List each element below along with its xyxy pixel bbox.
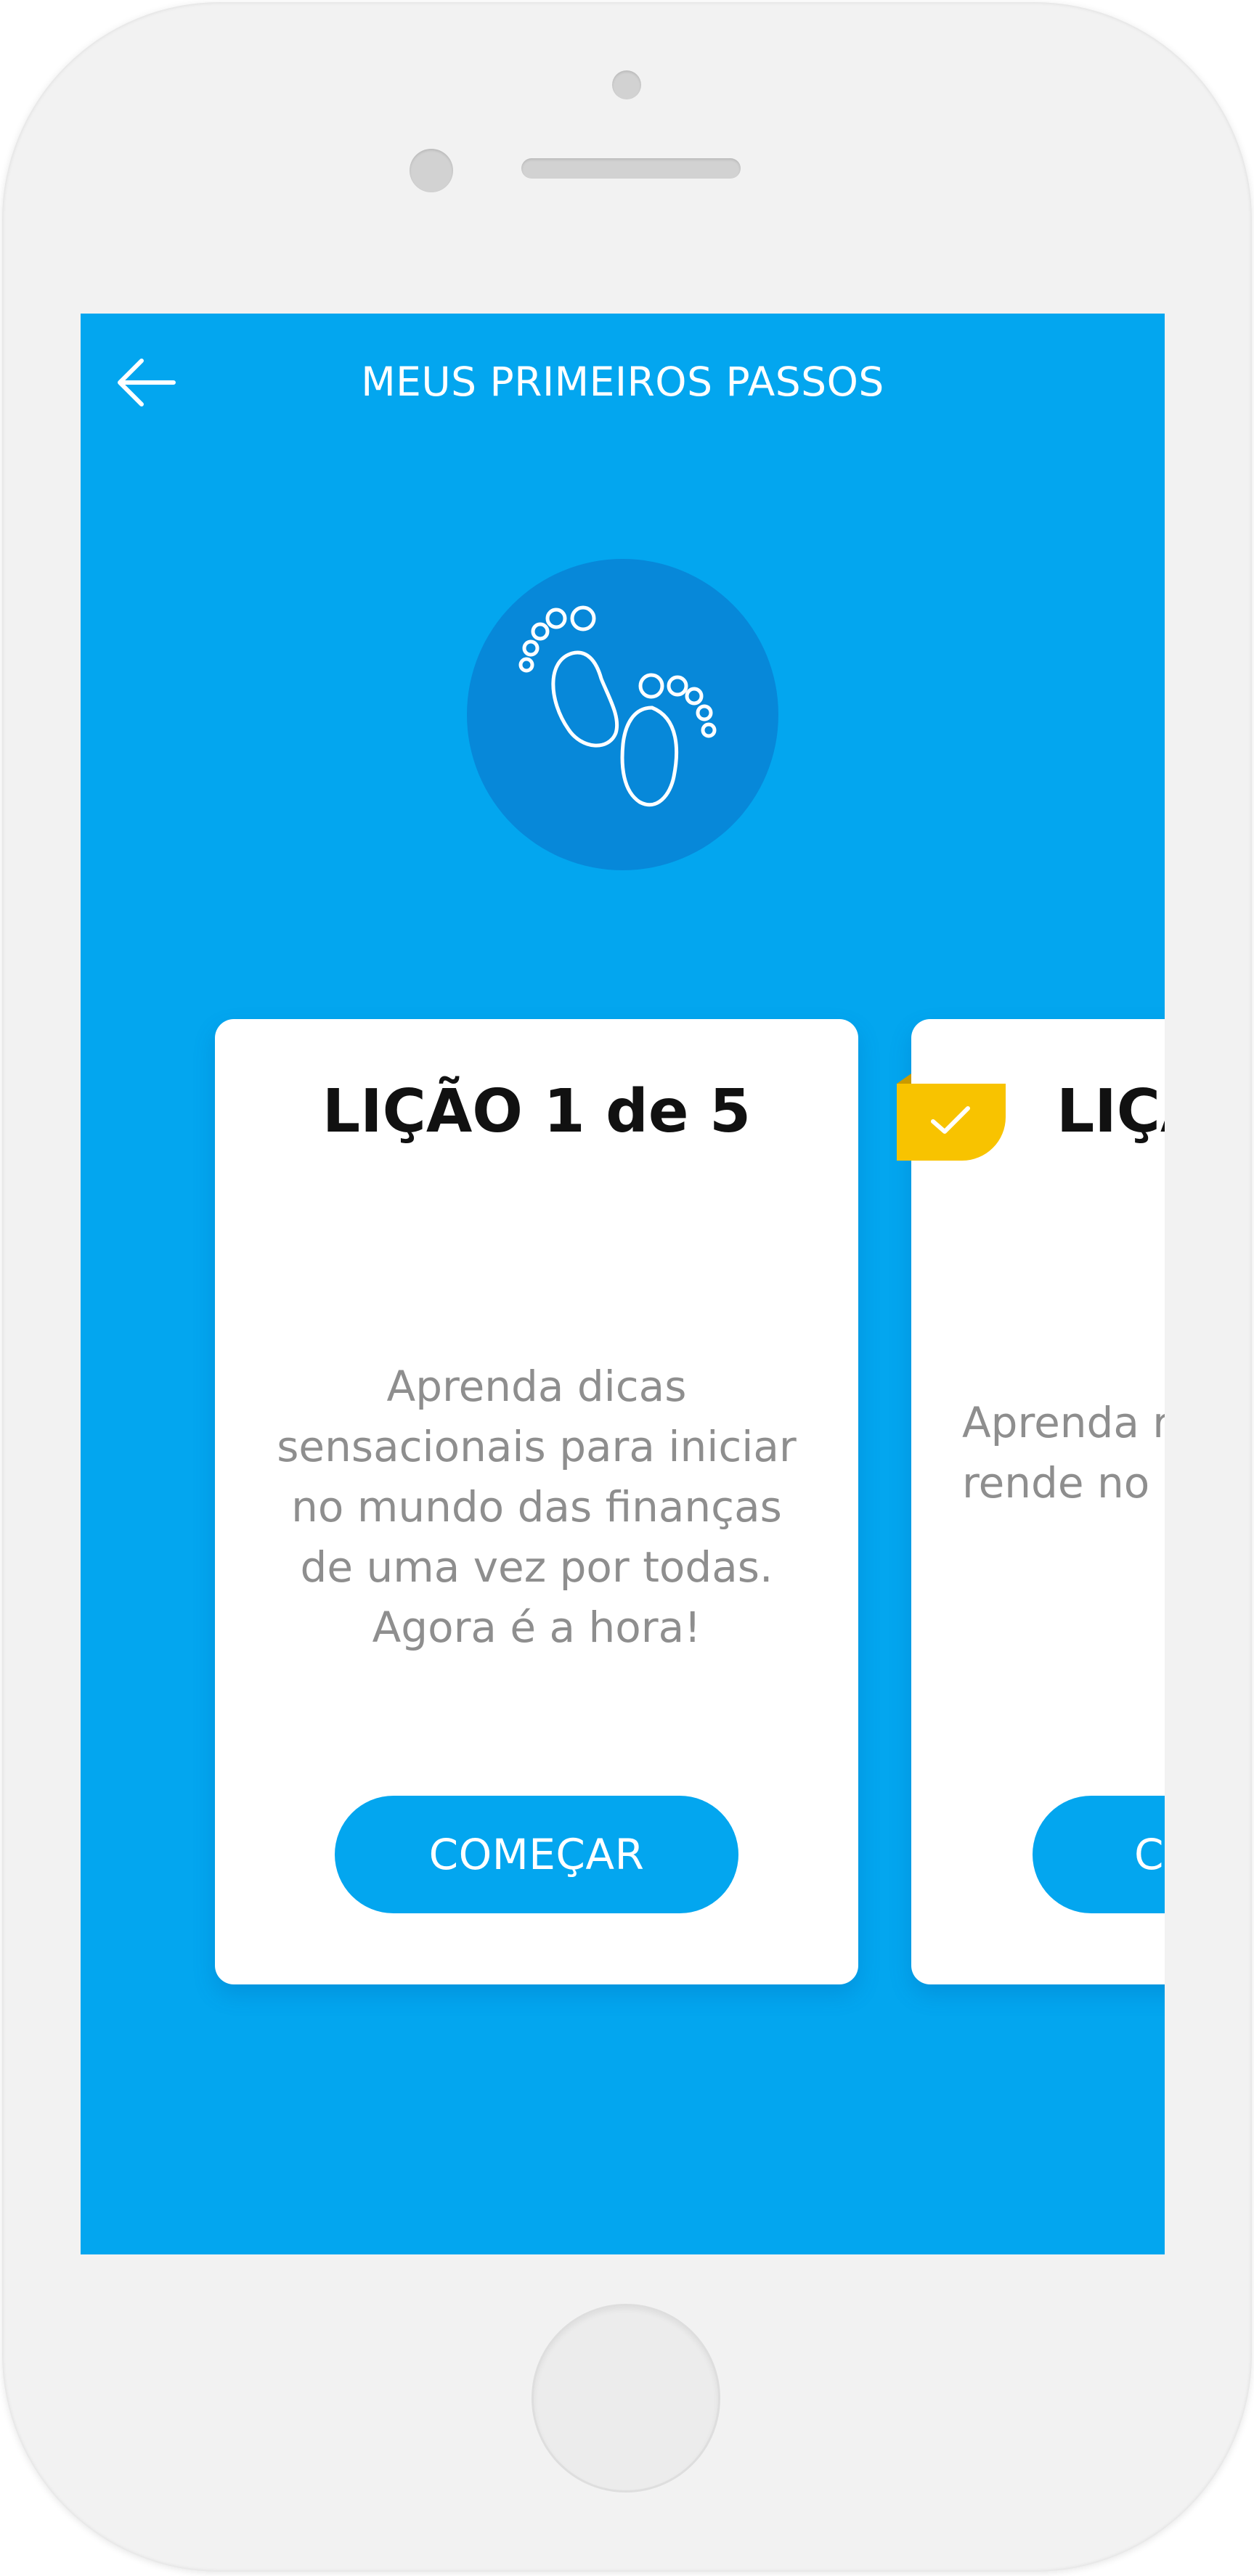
lesson-description: Aprenda r fixa o inves rende no m xyxy=(962,1398,1165,1508)
checkmark-icon xyxy=(931,1106,970,1134)
front-camera xyxy=(410,149,453,192)
baby-footprints-icon xyxy=(518,605,717,807)
lesson-card[interactable]: LIÇÃ Aprenda r fixa o inves rende no m C… xyxy=(911,1019,1165,1984)
start-lesson-button[interactable]: CO xyxy=(1033,1796,1165,1913)
home-button[interactable] xyxy=(532,2304,720,2493)
lesson-title: LIÇÃ xyxy=(1056,1077,1165,1146)
page-title: MEUS PRIMEIROS PASSOS xyxy=(361,359,884,405)
proximity-sensor xyxy=(612,70,641,99)
earpiece-speaker xyxy=(521,158,741,179)
start-lesson-button[interactable]: COMEÇAR xyxy=(335,1796,738,1913)
lesson-description: Aprenda dicas sensacionais para iniciar … xyxy=(277,1362,797,1652)
app-screen: MEUS PRIMEIROS PASSOS LIÇÃO 1 de 5 Apren… xyxy=(81,314,1165,2254)
lesson-card[interactable]: LIÇÃO 1 de 5 Aprenda dicas sensacionais … xyxy=(215,1019,858,1984)
lesson-title: LIÇÃO 1 de 5 xyxy=(322,1077,752,1146)
completed-badge xyxy=(897,1074,1006,1161)
hero-badge xyxy=(467,559,778,870)
